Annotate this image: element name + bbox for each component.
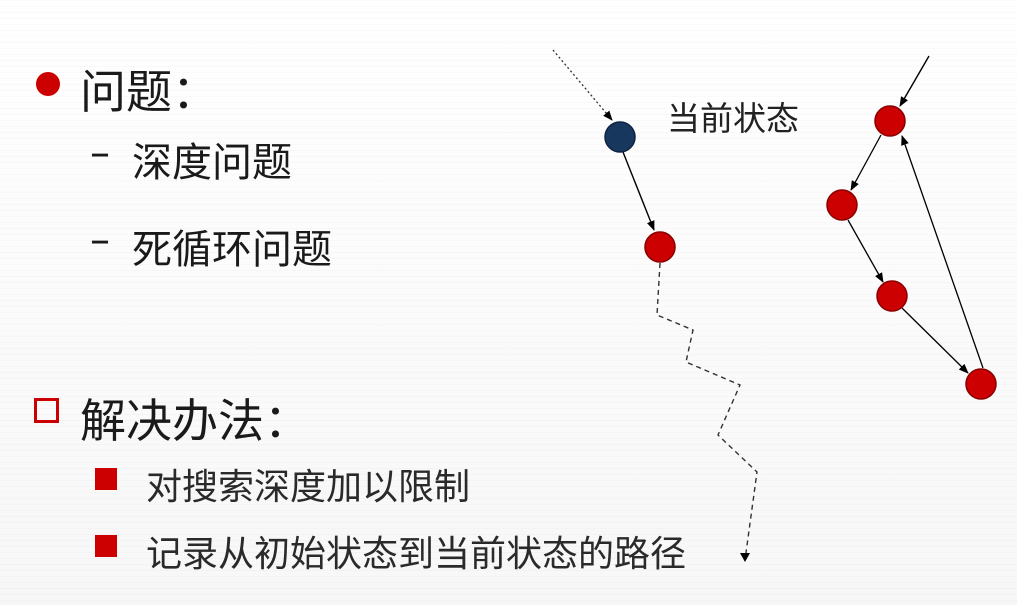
deep-path-dashed xyxy=(656,262,758,561)
incoming-dotted-arrow xyxy=(552,49,613,121)
red-node xyxy=(826,189,858,221)
search-diagram xyxy=(552,49,997,562)
loop-edge xyxy=(850,134,882,191)
depth-arrow xyxy=(622,151,655,231)
deep-path-arrowhead xyxy=(740,553,750,562)
current-state-label: 当前状态 xyxy=(667,99,799,138)
loop-back-edge xyxy=(901,135,984,369)
current-state-node xyxy=(874,105,906,137)
red-node xyxy=(644,231,676,263)
red-node xyxy=(965,368,997,400)
loop-edge xyxy=(901,307,969,374)
incoming-arrow-loop xyxy=(899,55,930,107)
loop-edge xyxy=(847,219,884,283)
start-node-blue xyxy=(604,121,636,153)
red-node xyxy=(876,280,908,312)
